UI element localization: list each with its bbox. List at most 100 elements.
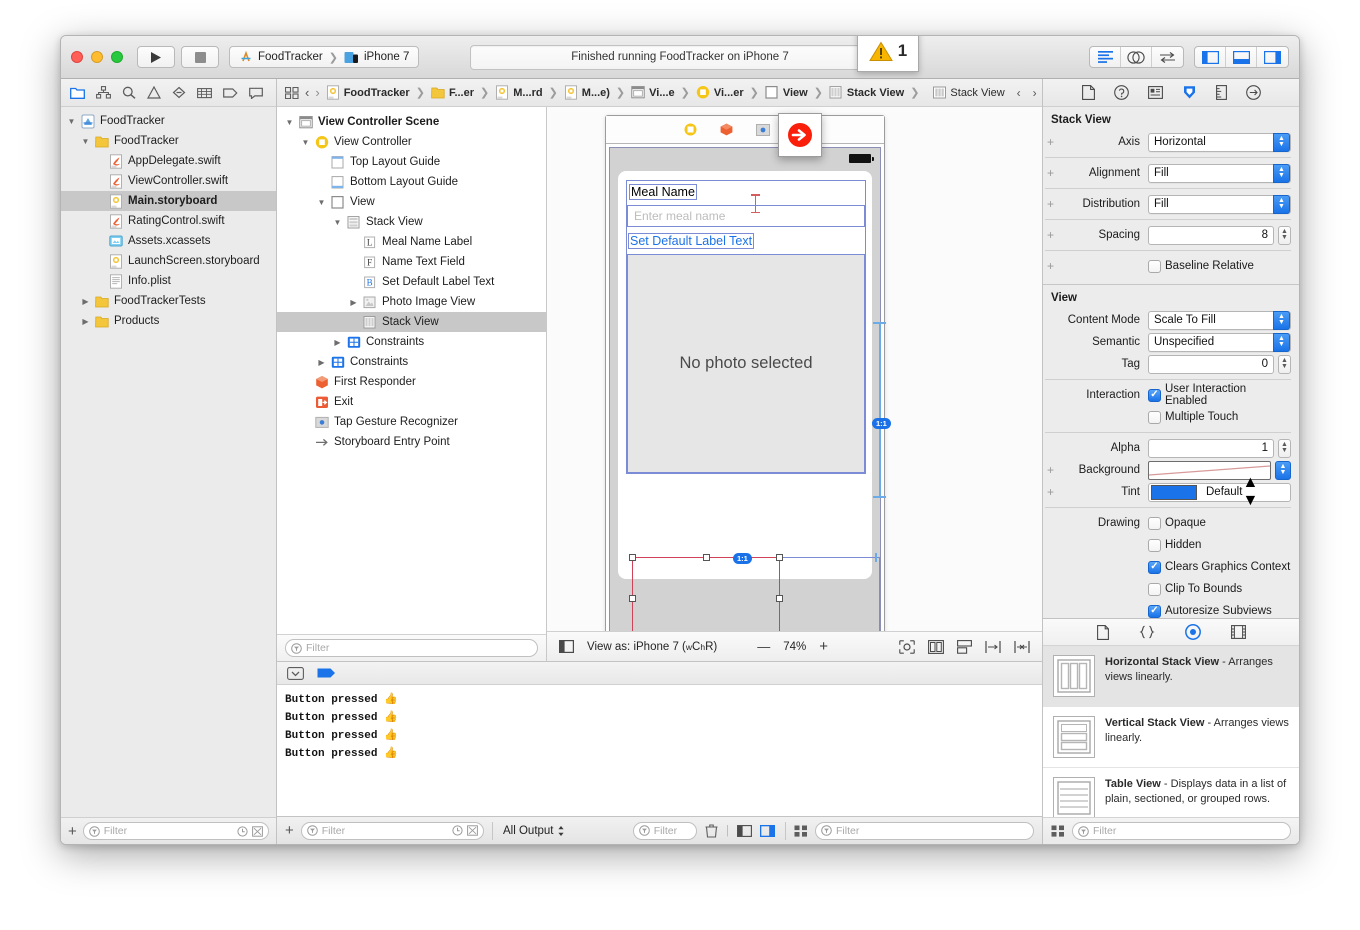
navigator-row[interactable]: Assets.xcassets (61, 231, 276, 251)
run-button[interactable] (137, 46, 175, 68)
jump-bar-item[interactable]: Vi...er (696, 85, 744, 100)
align-button[interactable] (957, 639, 972, 654)
popup-chevron-icon[interactable]: ▲ ▼ (1273, 132, 1290, 152)
show-console-view-button[interactable] (760, 824, 775, 837)
outline-row[interactable]: Stack View (277, 312, 546, 332)
report-navigator-tab[interactable] (249, 87, 263, 99)
inspector-number-field[interactable]: 1 (1148, 438, 1274, 458)
jump-bar-item[interactable]: FoodTracker (326, 85, 410, 100)
connections-inspector-tab[interactable] (1245, 85, 1261, 100)
outline-row[interactable]: L Meal Name Label (277, 232, 546, 252)
media-library-tab[interactable] (1230, 625, 1246, 639)
navigator-row[interactable]: Main.storyboard (61, 191, 276, 211)
inspector-popup-button[interactable]: Unspecified ▲ ▼ (1148, 332, 1291, 352)
disclosure-triangle[interactable]: ▼ (81, 137, 90, 146)
color-popup-stepper[interactable]: ▲ ▼ (1275, 460, 1291, 480)
zoom-window-button[interactable] (111, 51, 123, 63)
inspector-popup-button[interactable]: Fill ▲ ▼ (1148, 163, 1291, 183)
outline-row[interactable]: ▶ Constraints (277, 352, 546, 372)
navigator-row[interactable]: ▼ FoodTracker (61, 131, 276, 151)
outline-row[interactable]: ▼ Stack View (277, 212, 546, 232)
interface-builder-canvas[interactable]: Meal Name Enter meal name Set Default La… (547, 107, 1042, 631)
object-library-tab[interactable] (1184, 624, 1201, 640)
jump-bar-right-item[interactable]: Stack View (933, 86, 1005, 99)
inspector-popup-button[interactable]: Fill ▲ ▼ (1148, 194, 1291, 214)
pin-button[interactable] (985, 640, 1001, 654)
constraint-add-button[interactable]: + (1045, 228, 1056, 242)
clock-icon[interactable] (452, 825, 463, 836)
inspector-popup-button[interactable]: Scale To Fill ▲ ▼ (1148, 310, 1291, 330)
library-object-list[interactable]: Horizontal Stack View - Arranges views l… (1043, 646, 1299, 817)
clear-console-button[interactable] (705, 823, 718, 838)
zoom-level-label[interactable]: 74% (783, 641, 806, 653)
related-items-button[interactable] (285, 86, 299, 99)
next-issue-button[interactable]: › (1033, 86, 1037, 100)
navigator-row[interactable]: ▼ FoodTracker (61, 111, 276, 131)
library-pane-filter-field[interactable]: Filter (1072, 822, 1291, 840)
popup-chevron-icon[interactable]: ▲ ▼ (1273, 163, 1290, 183)
warning-badge[interactable]: 1 (857, 36, 919, 72)
library-item[interactable]: Vertical Stack View - Arranges views lin… (1043, 707, 1299, 768)
aspect-ratio-badge-bottom[interactable]: 1:1 (733, 553, 752, 564)
tint-color-control[interactable]: Default ▲ ▼ (1148, 474, 1291, 509)
identity-inspector-tab[interactable] (1147, 86, 1163, 99)
navigator-filter-field[interactable]: Filter (82, 822, 269, 840)
show-variables-view-button[interactable] (737, 824, 752, 837)
inspector-checkbox[interactable] (1148, 582, 1161, 596)
standard-editor-button[interactable] (1090, 47, 1121, 67)
view-controller-canvas[interactable]: Meal Name Enter meal name Set Default La… (605, 115, 891, 631)
stop-button[interactable] (181, 46, 219, 68)
tint-popup-chevron-icon[interactable]: ▲ ▼ (1242, 474, 1258, 510)
resize-handle-tr[interactable] (776, 554, 783, 561)
previous-issue-button[interactable]: ‹ (1017, 86, 1021, 100)
disclosure-triangle[interactable]: ▶ (317, 358, 326, 367)
test-navigator-tab[interactable] (172, 86, 186, 99)
constraint-add-button[interactable]: + (1045, 197, 1056, 211)
file-template-library-tab[interactable] (1096, 624, 1109, 640)
inspector-stepper[interactable]: ▲ ▼ (1278, 225, 1291, 245)
outline-row[interactable]: B Set Default Label Text (277, 272, 546, 292)
resize-handle-mr[interactable] (776, 595, 783, 602)
bottom-left-filter-field[interactable]: Filter (300, 821, 484, 840)
issue-navigator-tab[interactable] (147, 86, 161, 99)
zoom-out-button[interactable]: — (757, 639, 770, 654)
disclosure-triangle[interactable]: ▶ (349, 298, 358, 307)
forward-button[interactable]: › (315, 85, 319, 100)
library-grid-toggle[interactable] (794, 825, 808, 837)
assistant-editor-button[interactable] (1121, 47, 1152, 67)
outline-filter-field[interactable]: Filter (285, 639, 538, 657)
popup-chevron-icon[interactable]: ▲ ▼ (1273, 332, 1290, 352)
code-snippet-library-tab[interactable] (1138, 625, 1155, 639)
minimize-window-button[interactable] (91, 51, 103, 63)
aspect-ratio-badge-right[interactable]: 1:1 (872, 418, 891, 429)
console-output[interactable]: Button pressed 👍 Button pressed 👍 Button p… (277, 685, 1042, 816)
project-navigator-tree[interactable]: ▼ FoodTracker ▼ FoodTracker AppDelegate.swif… (61, 107, 276, 817)
outline-row[interactable]: Tap Gesture Recognizer (277, 412, 546, 432)
constraint-add-button[interactable]: + (1045, 259, 1056, 273)
inspector-stepper[interactable]: ▲ ▼ (1278, 354, 1291, 374)
meal-name-label[interactable]: Meal Name (627, 181, 865, 203)
jump-bar-item[interactable]: View (765, 85, 808, 100)
first-responder-icon[interactable] (720, 123, 733, 136)
console-filter-field[interactable]: Filter (632, 821, 697, 840)
inspector-popup-button[interactable]: Horizontal ▲ ▼ (1148, 132, 1291, 152)
library-item[interactable]: Horizontal Stack View - Arranges views l… (1043, 646, 1299, 707)
navigator-row[interactable]: LaunchScreen.storyboard (61, 251, 276, 271)
jump-bar-item[interactable]: M...e) (564, 85, 610, 100)
view-as-label[interactable]: View as: iPhone 7 (w C h R) (587, 641, 717, 653)
inspector-checkbox[interactable] (1148, 538, 1161, 552)
inspector-checkbox[interactable] (1148, 259, 1161, 273)
root-view[interactable]: Meal Name Enter meal name Set Default La… (618, 171, 891, 631)
inspector-content[interactable]: Stack View + Axis Horizontal ▲ ▼ + Alignment… (1043, 107, 1299, 618)
output-scope-selector[interactable]: All Output (503, 825, 565, 837)
inspector-checkbox[interactable] (1148, 516, 1161, 530)
inspector-checkbox[interactable] (1148, 410, 1161, 424)
navigator-row[interactable]: AppDelegate.swift (61, 151, 276, 171)
disclosure-triangle[interactable]: ▶ (81, 297, 90, 306)
update-frames-button[interactable] (899, 639, 915, 654)
inspector-number-field[interactable]: 8 (1148, 225, 1274, 245)
jump-bar-item[interactable]: F...er (431, 85, 474, 100)
outline-row[interactable]: ▼ View (277, 192, 546, 212)
disclosure-triangle[interactable]: ▶ (333, 338, 342, 347)
add-item-button[interactable]: + (285, 823, 294, 838)
